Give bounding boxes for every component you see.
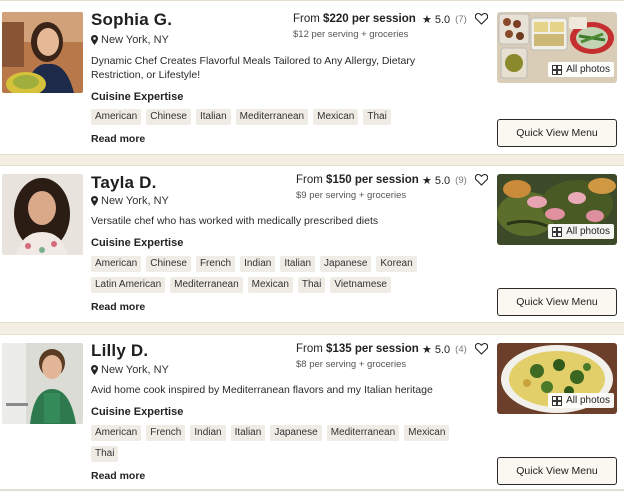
cuisine-tag: Vietnamese	[330, 277, 391, 293]
chef-location: New York, NY	[91, 364, 169, 376]
photo-grid-icon	[552, 226, 563, 237]
photo-grid-icon	[552, 64, 563, 75]
heart-outline-icon[interactable]	[475, 343, 488, 355]
price-value: $220 per session	[323, 13, 416, 25]
chef-description: Avid home cook inspired by Mediterranean…	[91, 384, 433, 396]
price-prefix: From	[296, 343, 323, 355]
cuisine-tag: Thai	[363, 109, 391, 125]
chef-avatar[interactable]	[2, 343, 83, 424]
chef-description: Dynamic Chef Creates Flavorful Meals Tai…	[91, 55, 416, 81]
chef-avatar[interactable]	[2, 12, 83, 93]
read-more-link[interactable]: Read more	[91, 301, 145, 313]
cuisine-tag: Mexican	[404, 425, 450, 441]
chef-card[interactable]: Tayla D. New York, NY From $150 per sess…	[0, 165, 624, 323]
serving-price: $12 per serving + groceries	[293, 29, 409, 40]
location-pin-icon	[91, 365, 98, 375]
photo-grid-icon	[552, 395, 563, 406]
cuisine-tag: American	[91, 256, 142, 272]
serving-price: $9 per serving + groceries	[296, 190, 407, 201]
cuisine-tag: Chinese	[146, 256, 191, 272]
cuisine-tag: French	[195, 256, 236, 272]
heart-outline-icon[interactable]	[475, 174, 488, 186]
location-text: New York, NY	[101, 364, 169, 376]
cuisine-tag: Italian	[195, 109, 231, 125]
cuisine-tag: Mediterranean	[235, 109, 309, 125]
chef-name[interactable]: Lilly D.	[91, 341, 148, 361]
all-photos-label: All photos	[566, 64, 610, 75]
cuisine-tag: Japanese	[270, 425, 322, 441]
cuisine-tag: Mediterranean	[170, 277, 243, 293]
location-text: New York, NY	[101, 34, 169, 46]
serving-price: $8 per serving + groceries	[296, 359, 407, 370]
review-count: (4)	[455, 344, 467, 355]
all-photos-button[interactable]: All photos	[548, 393, 614, 408]
cuisine-tag-list: American Chinese Italian Mediterranean M…	[91, 109, 471, 125]
cuisine-tag: Chinese	[146, 109, 191, 125]
cuisine-expertise-heading: Cuisine Expertise	[91, 237, 184, 249]
cuisine-tag: Japanese	[320, 256, 372, 272]
price-prefix: From	[296, 174, 323, 186]
chef-avatar[interactable]	[2, 174, 83, 255]
chef-location: New York, NY	[91, 34, 169, 46]
cuisine-tag: Thai	[297, 277, 326, 293]
review-count: (9)	[455, 175, 467, 186]
chef-name[interactable]: Tayla D.	[91, 173, 157, 193]
star-icon: ★	[422, 175, 432, 187]
food-photo[interactable]: All photos	[497, 12, 617, 83]
location-text: New York, NY	[101, 195, 169, 207]
chef-rating: ★ 5.0 (4)	[422, 343, 467, 357]
location-pin-icon	[91, 35, 98, 45]
chef-card[interactable]: Lilly D. New York, NY From $135 per sess…	[0, 334, 624, 490]
cuisine-tag: Mexican	[247, 277, 293, 293]
all-photos-button[interactable]: All photos	[548, 62, 614, 77]
read-more-link[interactable]: Read more	[91, 470, 145, 482]
food-photo[interactable]: All photos	[497, 343, 617, 414]
chef-rating: ★ 5.0 (7)	[422, 13, 467, 27]
quick-view-menu-button[interactable]: Quick View Menu	[497, 457, 617, 485]
read-more-link[interactable]: Read more	[91, 133, 145, 145]
cuisine-expertise-heading: Cuisine Expertise	[91, 406, 184, 418]
cuisine-tag: Mexican	[313, 109, 359, 125]
cuisine-tag: Indian	[190, 425, 226, 441]
cuisine-tag: Latin American	[91, 277, 166, 293]
cuisine-tag: Indian	[240, 256, 276, 272]
price-value: $150 per session	[326, 174, 419, 186]
rating-value: 5.0	[434, 174, 451, 187]
chef-card[interactable]: Sophia G. New York, NY From $220 per ses…	[0, 0, 624, 155]
review-count: (7)	[455, 14, 467, 25]
chef-location: New York, NY	[91, 195, 169, 207]
location-pin-icon	[91, 196, 98, 206]
cuisine-expertise-heading: Cuisine Expertise	[91, 91, 184, 103]
star-icon: ★	[422, 14, 432, 26]
chef-rating: ★ 5.0 (9)	[422, 174, 467, 188]
rating-value: 5.0	[434, 13, 451, 26]
cuisine-tag: Korean	[376, 256, 417, 272]
quick-view-menu-button[interactable]: Quick View Menu	[497, 288, 617, 316]
cuisine-tag-list: American French Indian Italian Japanese …	[91, 425, 471, 462]
cuisine-tag: American	[91, 109, 142, 125]
cuisine-tag: Italian	[230, 425, 266, 441]
heart-outline-icon[interactable]	[475, 13, 488, 25]
star-icon: ★	[422, 344, 432, 356]
all-photos-label: All photos	[566, 226, 610, 237]
price-value: $135 per session	[326, 343, 419, 355]
cuisine-tag: Mediterranean	[326, 425, 400, 441]
price-prefix: From	[293, 13, 320, 25]
session-price: From $135 per session	[296, 343, 419, 355]
chef-name[interactable]: Sophia G.	[91, 10, 172, 30]
cuisine-tag-list: American Chinese French Indian Italian J…	[91, 256, 471, 293]
chef-description: Versatile chef who has worked with medic…	[91, 215, 379, 227]
cuisine-tag: American	[91, 425, 142, 441]
rating-value: 5.0	[434, 343, 451, 356]
cuisine-tag: Italian	[280, 256, 316, 272]
session-price: From $220 per session	[293, 13, 416, 25]
next-card-edge	[0, 490, 624, 498]
all-photos-button[interactable]: All photos	[548, 224, 614, 239]
session-price: From $150 per session	[296, 174, 419, 186]
cuisine-tag: French	[146, 425, 186, 441]
food-photo[interactable]: All photos	[497, 174, 617, 245]
quick-view-menu-button[interactable]: Quick View Menu	[497, 119, 617, 147]
cuisine-tag: Thai	[91, 446, 119, 462]
all-photos-label: All photos	[566, 395, 610, 406]
